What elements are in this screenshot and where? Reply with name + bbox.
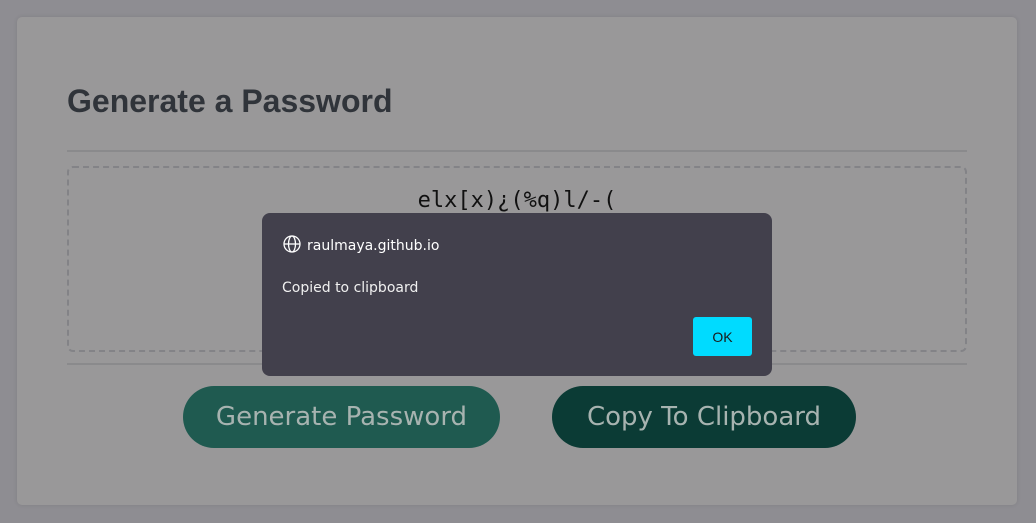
alert-dialog: raulmaya.github.io Copied to clipboard O… bbox=[262, 213, 772, 376]
globe-icon bbox=[283, 235, 301, 257]
password-text: elx[x)¿(%q)l/-( bbox=[417, 188, 617, 213]
divider-top bbox=[67, 150, 967, 152]
page-title: Generate a Password bbox=[67, 83, 393, 119]
generate-password-button[interactable]: Generate Password bbox=[183, 386, 500, 448]
ok-button[interactable]: OK bbox=[693, 317, 752, 356]
dialog-origin-text: raulmaya.github.io bbox=[307, 238, 440, 254]
dialog-message: Copied to clipboard bbox=[282, 280, 419, 296]
dialog-origin: raulmaya.github.io bbox=[283, 235, 439, 257]
copy-to-clipboard-button[interactable]: Copy To Clipboard bbox=[552, 386, 856, 448]
